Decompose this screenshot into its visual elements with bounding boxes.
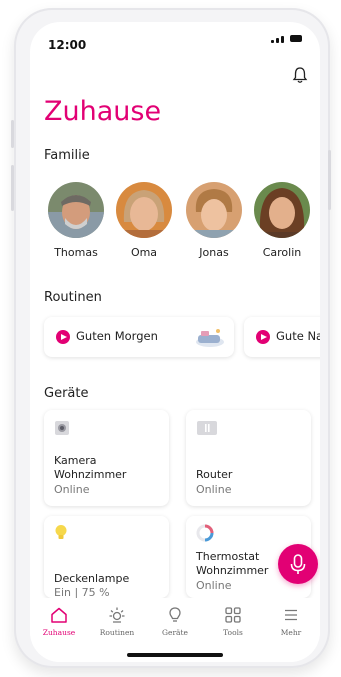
device-status: Online	[196, 483, 232, 496]
side-button	[328, 150, 331, 210]
routine-label: Guten Morgen	[76, 329, 158, 343]
play-icon[interactable]	[56, 330, 70, 344]
family-member-thomas[interactable]: Thomas	[48, 182, 104, 259]
tab-mehr[interactable]: Mehr	[262, 604, 320, 637]
signal-battery	[271, 35, 302, 43]
family-member-name: Oma	[130, 246, 158, 259]
home-icon	[30, 604, 88, 626]
signal-icon	[271, 40, 274, 43]
tab-label: Mehr	[280, 628, 302, 637]
device-card-router[interactable]: Router Online	[186, 410, 311, 506]
bell-icon[interactable]	[292, 66, 308, 88]
signal-icon	[281, 36, 284, 43]
lightbulb-icon	[146, 604, 204, 626]
menu-icon	[262, 604, 320, 626]
device-card-deckenlampe[interactable]: Deckenlampe Ein | 75 %	[44, 516, 169, 599]
device-name-line2: Wohnzimmer	[54, 468, 127, 481]
family-list: Thomas Oma Jonas Carolin	[44, 182, 320, 272]
microphone-icon	[290, 554, 306, 574]
home-indicator	[127, 653, 223, 657]
family-member-name: Jonas	[199, 246, 229, 259]
tab-label: Geräte	[162, 628, 188, 637]
routine-illustration-icon	[192, 325, 226, 353]
battery-icon	[290, 35, 302, 42]
status-time: 12:00	[48, 38, 87, 52]
device-name: Kamera	[54, 454, 97, 467]
routine-card-guten-morgen[interactable]: Guten Morgen	[44, 317, 234, 357]
signal-icon	[276, 38, 279, 43]
grid-icon	[204, 604, 262, 626]
tab-zuhause[interactable]: Zuhause	[30, 604, 88, 637]
devices-heading: Geräte	[44, 386, 89, 401]
device-name-line2: Wohnzimmer	[196, 564, 269, 577]
routine-card-gute-nacht[interactable]: Gute Na	[244, 317, 320, 357]
family-member-oma[interactable]: Oma	[116, 182, 172, 259]
family-member-carolin[interactable]: Carolin	[254, 182, 310, 259]
voice-assistant-button[interactable]	[278, 544, 318, 584]
router-icon	[196, 420, 218, 440]
family-member-name: Thomas	[54, 246, 98, 259]
device-status: Online	[54, 483, 90, 496]
device-name: Thermostat	[196, 550, 260, 563]
page-title: Zuhause	[44, 96, 162, 127]
avatar	[186, 182, 242, 238]
tab-label: Routinen	[99, 628, 135, 637]
tab-label: Tools	[223, 628, 243, 637]
side-button	[11, 120, 14, 148]
camera-icon	[54, 420, 70, 440]
avatar	[254, 182, 310, 238]
status-bar: 12:00	[30, 22, 320, 62]
device-card-kamera[interactable]: Kamera Wohnzimmer Online	[44, 410, 169, 506]
routines-heading: Routinen	[44, 290, 102, 305]
tab-routinen[interactable]: Routinen	[88, 604, 146, 637]
family-member-name: Carolin	[262, 246, 302, 259]
family-heading: Familie	[44, 148, 90, 163]
tab-label: Zuhause	[42, 628, 76, 637]
app-screen: 12:00 Zuhause Familie Thomas Oma Jonas C…	[30, 22, 320, 662]
family-member-jonas[interactable]: Jonas	[186, 182, 242, 259]
play-icon[interactable]	[256, 330, 270, 344]
device-status: Online	[196, 579, 232, 592]
lightbulb-icon	[54, 524, 68, 546]
device-name: Router	[196, 468, 233, 481]
tab-geraete[interactable]: Geräte	[146, 604, 204, 637]
routine-label: Gute Na	[276, 329, 320, 343]
side-button	[11, 165, 14, 211]
avatar	[116, 182, 172, 238]
sun-icon	[88, 604, 146, 626]
device-name: Deckenlampe	[54, 572, 130, 585]
thermostat-icon	[196, 524, 214, 546]
tab-tools[interactable]: Tools	[204, 604, 262, 637]
avatar	[48, 182, 104, 238]
